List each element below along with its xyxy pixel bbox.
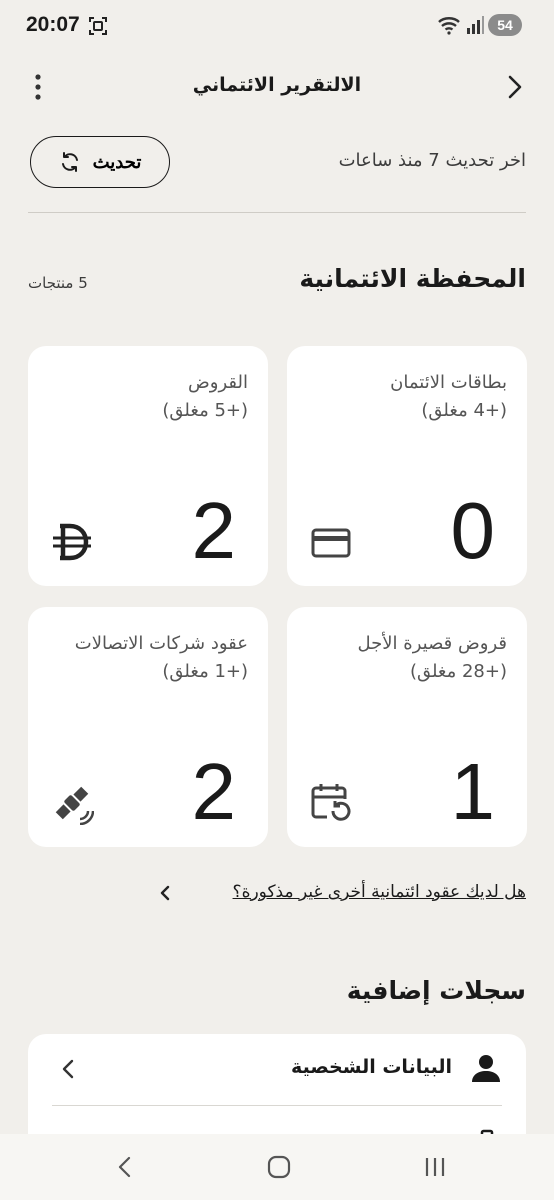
card-count: 2: [191, 486, 237, 575]
record-item-label: البيانات الشخصية: [291, 1056, 452, 1078]
nav-home-icon[interactable]: [266, 1154, 292, 1180]
card-title: عقود شركات الاتصالات: [74, 633, 248, 654]
person-icon: [472, 1055, 500, 1082]
other-contracts-link[interactable]: هل لديك عقود ائتمانية أخرى غير مذكورة؟: [0, 876, 554, 910]
card-short-term-loans[interactable]: قروض قصيرة الأجل (+28 مغلق) 1: [287, 607, 527, 847]
satellite-icon: [55, 786, 94, 825]
refresh-icon: [61, 152, 78, 172]
refresh-button-label: تحديث: [92, 151, 142, 172]
nav-recents-icon[interactable]: [420, 1154, 450, 1180]
card-closed-count: (+5 مغلق): [162, 400, 248, 421]
screenshot-scan-icon: [89, 17, 107, 35]
signal-icon: [467, 16, 484, 34]
nav-back-icon[interactable]: [114, 1154, 136, 1180]
records-title: سجلات إضافية: [346, 976, 526, 1005]
app-header: الالتقرير الائتماني: [0, 60, 554, 114]
credit-card-icon: [311, 528, 351, 558]
system-nav-bar: [0, 1134, 554, 1200]
other-contracts-label: هل لديك عقود ائتمانية أخرى غير مذكورة؟: [232, 882, 526, 902]
dirham-icon: [53, 523, 91, 561]
last-updated-text: اخر تحديث 7 منذ ساعات: [338, 150, 526, 171]
record-item-personal-data[interactable]: البيانات الشخصية: [28, 1034, 526, 1104]
divider: [28, 212, 526, 213]
card-loans[interactable]: القروض (+5 مغلق) 2: [28, 346, 268, 586]
card-count: 0: [450, 486, 496, 575]
card-title: قروض قصيرة الأجل: [357, 633, 507, 654]
card-closed-count: (+1 مغلق): [162, 661, 248, 682]
card-closed-count: (+28 مغلق): [409, 661, 507, 682]
page-title: الالتقرير الائتماني: [192, 74, 362, 96]
status-bar: 20:07 54: [0, 0, 554, 52]
card-title: القروض: [188, 372, 248, 393]
card-count: 2: [191, 747, 237, 836]
card-closed-count: (+4 مغلق): [421, 400, 507, 421]
status-time: 20:07: [26, 13, 80, 36]
card-count: 1: [450, 747, 496, 836]
calendar-return-icon: [311, 784, 351, 821]
chevron-left-icon: [62, 1059, 74, 1079]
card-title: بطاقات الائتمان: [390, 372, 507, 393]
divider: [52, 1105, 502, 1106]
wifi-icon: [438, 17, 460, 35]
battery-indicator: 54: [488, 14, 522, 36]
card-telecom-contracts[interactable]: عقود شركات الاتصالات (+1 مغلق) 2: [28, 607, 268, 847]
card-credit-cards[interactable]: بطاقات الائتمان (+4 مغلق) 0: [287, 346, 527, 586]
refresh-row: تحديث اخر تحديث 7 منذ ساعات: [0, 136, 554, 190]
products-count: 5 منتجات: [28, 274, 88, 292]
refresh-button[interactable]: تحديث: [30, 136, 170, 188]
back-chevron-icon[interactable]: [500, 72, 530, 102]
portfolio-title: المحفظة الائتمانية: [299, 264, 526, 293]
chevron-left-icon: [160, 885, 170, 901]
